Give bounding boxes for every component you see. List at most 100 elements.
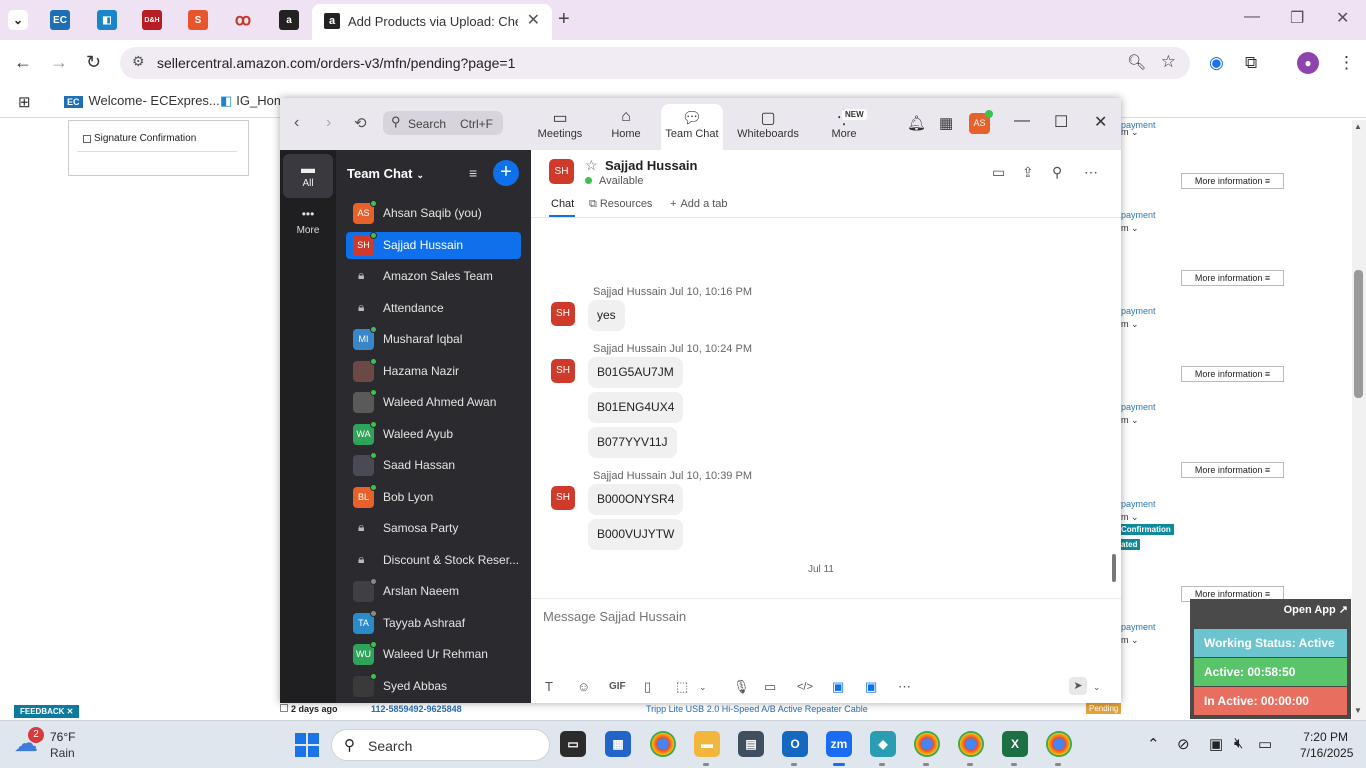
bookmark-ig-home[interactable]: ◧ IG_Hom [220,93,285,109]
chrome-profile-icon[interactable] [914,731,940,757]
subtab-add[interactable]: + Add a tab [670,198,728,210]
subtab-resources[interactable]: ⧉ Resources [589,198,652,211]
more-information-button[interactable]: More information ≡ [1181,462,1284,478]
gif-icon[interactable]: GIF [609,681,626,692]
format-text-icon[interactable]: T [545,679,553,694]
chrome-profile-2-icon[interactable] [958,731,984,757]
share-screen-icon[interactable]: ⇪ [1022,164,1034,181]
taskbar-search[interactable]: ⚲ Search [331,729,550,761]
emoji-icon[interactable]: ☺ [577,679,590,694]
message-bubble[interactable]: B01G5AU7JM [588,357,683,388]
chat-scrollbar[interactable] [1111,220,1117,598]
forward-icon[interactable]: → [50,52,68,73]
file-explorer-icon[interactable]: ▬ [694,731,720,757]
system-clock[interactable]: 7:20 PM 7/16/2025 [1300,729,1353,761]
scrollbar-thumb[interactable] [1354,270,1363,398]
notifications-bell-icon[interactable]: 🔔︎ [907,114,926,132]
back-icon[interactable]: ← [14,52,32,73]
more-options-icon[interactable]: ⋯ [1084,164,1098,181]
app-integration-icon[interactable]: ▣ [832,679,844,695]
avatar[interactable]: SH [551,302,575,326]
channel-item[interactable]: Hazama Nazir [346,357,521,385]
tab-whiteboards[interactable]: ▢ Whiteboards [735,104,801,150]
battery-icon[interactable]: ▭ [1258,735,1272,753]
sheets-tab-icon[interactable]: S [188,10,208,30]
address-bar[interactable]: ⚙ sellercentral.amazon.com/orders-v3/mfn… [120,47,1190,79]
new-chat-button[interactable]: + [493,160,519,186]
more-information-button[interactable]: More information ≡ [1181,270,1284,286]
apps-grid-icon[interactable]: ⊞ [18,93,31,111]
avatar[interactable]: SH [549,159,574,184]
contact-name[interactable]: Sajjad Hussain [605,158,697,173]
microphone-icon[interactable]: 🎙︎ [733,679,750,695]
site-info-icon[interactable]: ⚙ [132,53,145,70]
file-icon[interactable]: ▯ [644,679,651,695]
app-integration-icon-2[interactable]: ▣ [865,679,877,695]
channel-item[interactable]: SH Sajjad Hussain [346,231,521,259]
avatar[interactable]: AS [969,110,993,134]
channel-item[interactable]: TA Tayyab Ashraaf [346,609,521,637]
sender-name[interactable]: Sajjad Hussain [593,286,666,298]
new-tab-icon[interactable]: + [558,8,570,31]
channel-item[interactable]: 🔒︎ Attendance [346,295,521,322]
chevron-down-icon[interactable]: ⌄ [1093,682,1101,693]
chevron-down-icon[interactable]: m ⌄ [1121,635,1139,646]
calendar-icon[interactable]: ▦ [939,114,953,132]
excel-icon[interactable]: X [1002,731,1028,757]
close-window-icon[interactable]: ✕ [1336,8,1349,28]
zoom-icon[interactable]: 🔍︎ [1127,53,1146,71]
tab-home[interactable]: ⌂ Home [595,104,657,150]
calculator-icon[interactable]: ▤ [738,731,764,757]
chevron-down-icon[interactable]: m ⌄ [1121,319,1139,330]
app-diamond-icon[interactable]: ◆ [870,731,896,757]
app-tab-icon[interactable]: ◧ [97,10,117,30]
message-bubble[interactable]: B000VUJYTW [588,519,684,550]
search-icon[interactable]: ⚲ [1052,164,1062,181]
chrome-icon[interactable] [650,731,676,757]
avatar[interactable]: SH [551,359,575,383]
video-call-icon[interactable]: ▭ [992,164,1005,181]
channel-item[interactable]: Saad Hassan [346,452,521,479]
channel-item[interactable]: WA Waleed Ayub [346,420,521,448]
zoom-app-icon[interactable]: zm [826,731,852,757]
extension-blue-icon[interactable]: ◉ [1209,53,1224,73]
rail-all[interactable]: ▬ All [283,154,333,198]
close-tab-icon[interactable]: ✕ [527,10,540,30]
zoom-minimize-icon[interactable]: — [1014,112,1030,130]
channel-item[interactable]: Waleed Ahmed Awan [346,389,521,416]
more-information-button[interactable]: More information ≡ [1181,173,1284,189]
message-bubble[interactable]: B01ENG4UX4 [588,392,684,423]
feedback-button[interactable]: FEEDBACK ✕ [14,705,80,718]
extensions-puzzle-icon[interactable]: ⧉ [1245,53,1257,73]
zoom-search-box[interactable]: ⚲ Search Ctrl+F [383,111,503,135]
zoom-forward-icon[interactable]: › [326,114,331,132]
active-tab[interactable]: a Add Products via Upload: Chec ✕ [312,4,552,40]
channel-item[interactable]: Syed Abbas [346,672,521,700]
scroll-down-icon[interactable]: ▼ [1354,706,1362,715]
show-hidden-icons-chevron-icon[interactable]: ⌃ [1147,735,1160,753]
bookmark-star-icon[interactable]: ☆ [1161,52,1176,72]
task-view-icon[interactable]: ▭ [560,731,586,757]
channel-item[interactable]: 🔒︎ Amazon Sales Team [346,263,521,290]
chevron-down-icon[interactable]: m ⌄ [1121,223,1139,234]
code-snippet-icon[interactable]: </> [797,681,813,693]
open-app-button[interactable]: Open App ↗ [1284,603,1348,616]
filter-icon[interactable]: ≡ [469,165,477,181]
restore-window-icon[interactable]: ❐ [1290,8,1304,28]
channel-item[interactable]: 🔒︎ Discount & Stock Reser... [346,547,521,574]
channel-item[interactable]: 🔒︎ Samosa Party [346,515,521,542]
scroll-up-icon[interactable]: ▲ [1354,122,1362,131]
sender-name[interactable]: Sajjad Hussain [593,470,666,482]
chevron-down-icon[interactable]: m ⌄ [1121,512,1139,523]
more-options-icon[interactable]: ⋯ [898,679,911,695]
product-title-link[interactable]: Tripp Lite USB 2.0 Hi-Speed A/B Active R… [646,704,868,714]
tab-list-chevron-icon[interactable]: ⌄ [8,10,28,30]
zoom-maximize-icon[interactable]: ☐ [1054,112,1068,132]
rail-more[interactable]: ••• More [283,205,333,245]
outlook-icon[interactable]: O [782,731,808,757]
display-icon[interactable]: ▣ [1209,735,1223,753]
store-icon[interactable]: ▦ [605,731,631,757]
subtab-chat[interactable]: Chat [551,198,574,210]
profile-avatar[interactable]: ● [1297,52,1319,74]
channel-item[interactable]: BL Bob Lyon [346,483,521,511]
